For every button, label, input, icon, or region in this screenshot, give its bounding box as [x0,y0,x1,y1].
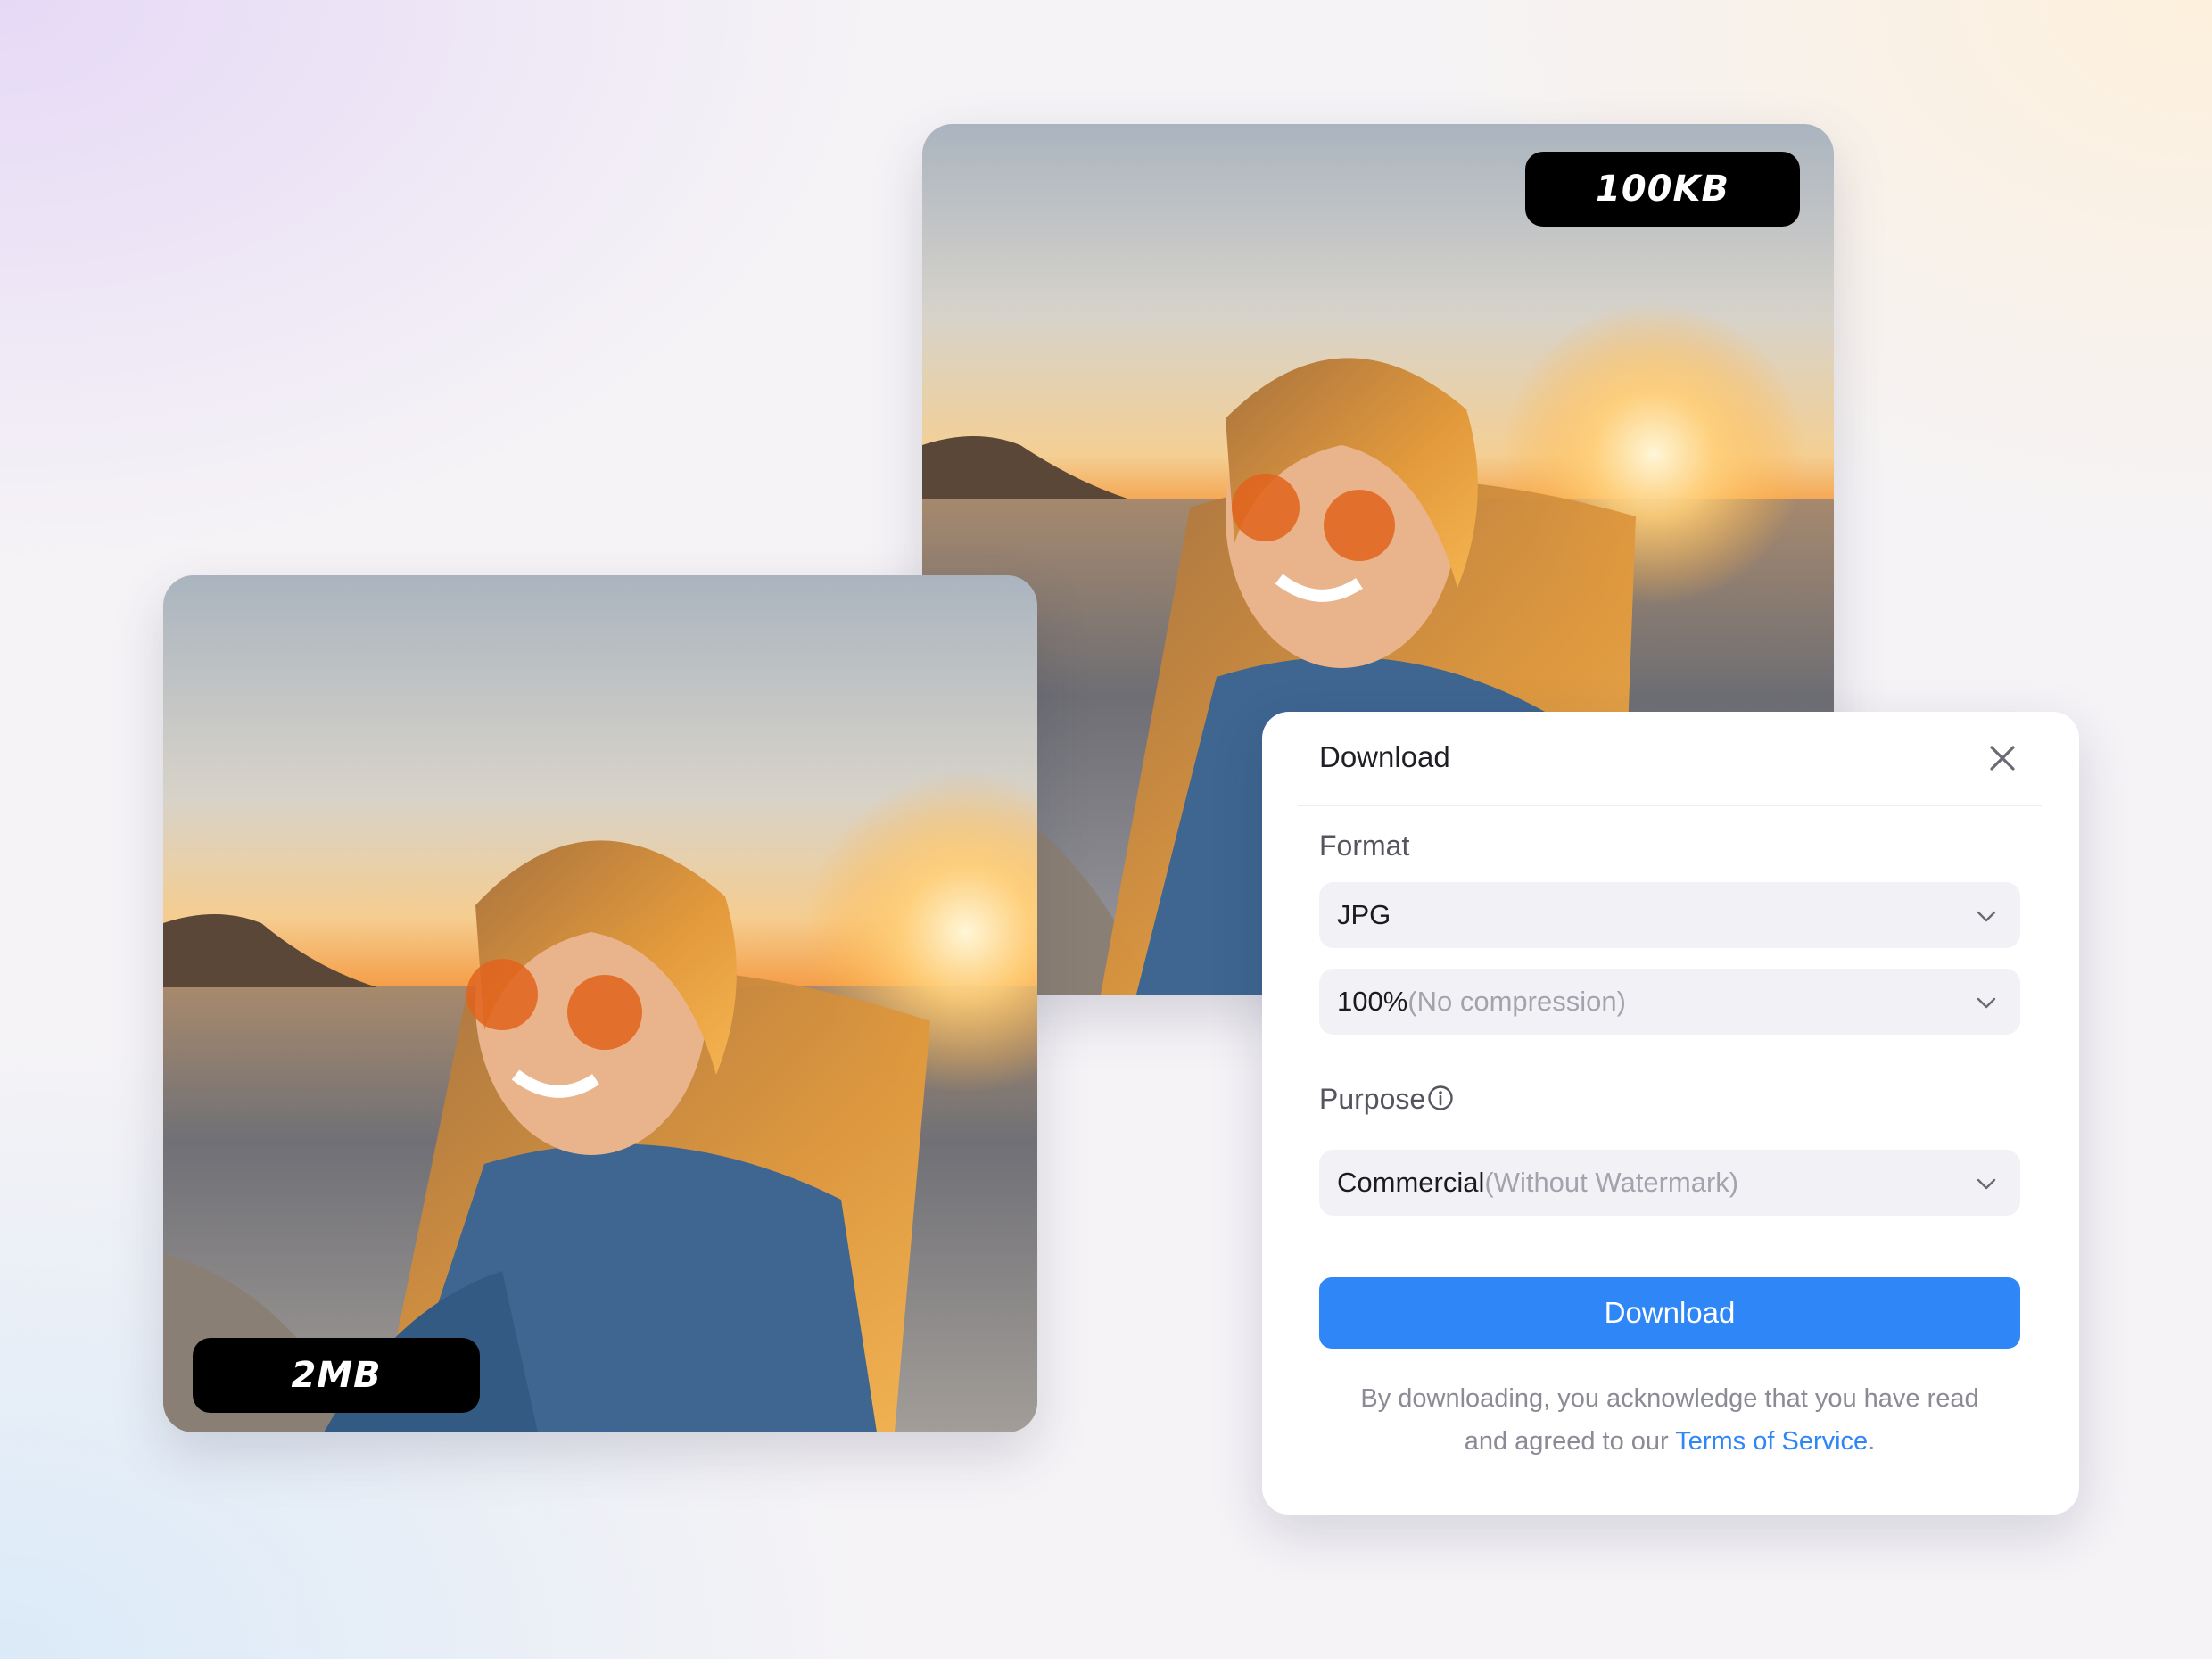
dialog-divider [1298,805,2042,806]
quality-select-value: 100% [1337,986,1408,1017]
quality-select-note: (No compression) [1407,986,1626,1017]
download-dialog: Download Format JPG 100% (No compression)… [1262,712,2079,1515]
download-button[interactable]: Download [1319,1277,2020,1349]
chevron-down-icon [1977,997,1996,1009]
terms-of-service-link[interactable]: Terms of Service [1675,1427,1868,1456]
original-preview-image [163,575,1037,1432]
purpose-select-value: Commercial [1337,1167,1485,1198]
purpose-select-note: (Without Watermark) [1484,1167,1739,1198]
purpose-label: Purpose [1319,1083,1426,1115]
info-icon[interactable] [1427,1085,1454,1111]
purpose-label-row: Purpose [1319,1083,1454,1116]
chevron-down-icon [1977,1178,1996,1190]
format-label: Format [1319,830,1410,862]
original-size-badge: 2MB [193,1338,480,1413]
terms-line-2: and agreed to our Terms of Service. [1319,1420,2020,1463]
format-select[interactable]: JPG [1319,882,2020,948]
terms-line-1: By downloading, you acknowledge that you… [1360,1384,1979,1413]
close-icon[interactable] [1983,739,2022,778]
terms-notice: By downloading, you acknowledge that you… [1319,1377,2020,1463]
chevron-down-icon [1977,911,1996,922]
compressed-size-badge: 100KB [1525,152,1800,227]
purpose-select[interactable]: Commercial (Without Watermark) [1319,1150,2020,1216]
dialog-title: Download [1319,740,1450,773]
terms-line-2-suffix: . [1868,1427,1876,1456]
quality-select[interactable]: 100% (No compression) [1319,969,2020,1035]
terms-line-2-text: and agreed to our [1464,1427,1676,1456]
format-select-value: JPG [1337,899,1391,930]
